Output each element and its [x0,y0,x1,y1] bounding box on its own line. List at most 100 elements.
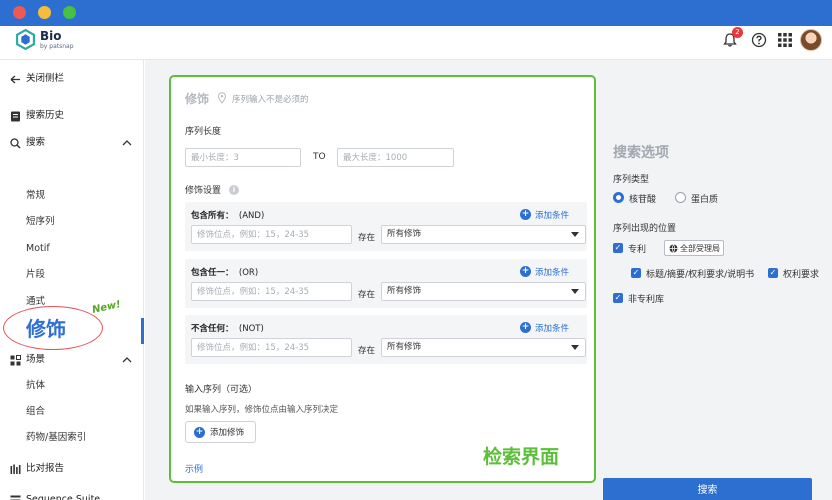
exists-label: 存在 [358,346,376,356]
add-modification-button[interactable]: + 添加修饰 [185,421,256,443]
exists-label: 存在 [358,233,376,243]
sidebar-sub-combination[interactable]: 组合 [26,399,45,425]
mod-select[interactable]: 所有修饰 [381,282,586,301]
input-seq-label: 输入序列（可选） [185,385,258,395]
plus-icon[interactable]: + [520,266,531,277]
seq-length-label: 序列长度 [185,127,222,137]
sidebar-item-label: 搜索历史 [26,110,65,121]
info-icon[interactable]: i [229,185,239,195]
app-vendor: by patsnap [40,43,74,50]
add-condition-button[interactable]: 添加条件 [535,209,569,221]
chevron-up-icon [122,140,132,146]
sidebar-item-search[interactable]: 搜索 [0,130,144,156]
claims-checkbox[interactable]: ✓ [768,268,778,278]
sidebar-sub-general[interactable]: 常规 [26,183,45,209]
sidebar-close-label: 关闭侧栏 [26,73,65,84]
sidebar-item-compare[interactable]: 比对报告 [0,456,144,482]
sidebar-item-label: 场景 [26,354,46,365]
mod-settings-label: 修饰设置 [185,186,222,196]
apps-grid-icon[interactable] [778,33,792,47]
scenes-icon [10,355,21,366]
group-label: 包含所有： (AND) [191,211,265,221]
title-abstract-label: 标题/摘要/权利要求/说明书 [646,270,755,280]
main-content: 修饰 序列输入不是必须的 序列长度 TO 修饰设置 i 包含所有： (AND) … [145,60,832,500]
app-header: Bio by patsnap 2 [0,26,832,60]
sidebar-close[interactable]: 关闭侧栏 [0,66,144,92]
exists-label: 存在 [358,290,376,300]
app-name: Bio [40,29,62,43]
sidebar: 关闭侧栏 搜索历史 搜索 常规 短序列 Motif 片段 通式 修饰 New! [0,60,144,500]
search-icon [10,138,21,149]
app-window: Bio by patsnap 2 关闭侧栏 搜索历史 搜索 常规 短序列 Mot… [0,26,832,500]
mod-position-input[interactable] [191,338,352,357]
nucleotide-label: 核苷酸 [629,195,657,205]
maximize-window-button[interactable] [63,6,76,19]
collapse-sidebar-icon [10,75,20,84]
caret-down-icon [571,232,579,237]
example-link[interactable]: 示例 [185,462,203,475]
mod-select[interactable]: 所有修饰 [381,338,586,357]
panel-hint: 序列输入不是必须的 [232,95,309,105]
sidebar-sub-motif[interactable]: Motif [26,236,50,262]
caret-down-icon [571,345,579,350]
history-doc-icon [11,111,20,122]
suite-icon [10,495,21,500]
title-abstract-checkbox[interactable]: ✓ [631,268,641,278]
sidebar-item-label: 比对报告 [26,463,65,474]
sidebar-item-history[interactable]: 搜索历史 [0,103,144,129]
location-pin-icon [217,92,227,104]
group-or: 包含任一： (OR) + 添加条件 存在 所有修饰 [185,259,587,308]
group-label: 包含任一： (OR) [191,268,259,278]
bar-report-icon [10,464,21,474]
search-panel: 修饰 序列输入不是必须的 序列长度 TO 修饰设置 i 包含所有： (AND) … [169,75,596,483]
plus-icon[interactable]: + [520,209,531,220]
sidebar-sub-drug-gene[interactable]: 药物/基因索引 [26,425,86,451]
plus-icon[interactable]: + [520,322,531,333]
protein-radio[interactable] [675,192,686,203]
new-tag: New! [91,299,122,316]
help-icon[interactable] [751,32,767,48]
mod-position-input[interactable] [191,225,352,244]
group-not: 不含任何： (NOT) + 添加条件 存在 所有修饰 [185,315,587,364]
patent-label: 专利 [628,245,647,255]
patent-checkbox[interactable]: ✓ [613,243,623,253]
nucleotide-radio[interactable] [613,192,624,203]
location-label: 序列出现的位置 [613,224,677,234]
claims-label: 权利要求 [783,270,820,280]
panel-title: 修饰 [185,92,210,106]
sidebar-item-label: Sequence Suite [26,494,101,500]
add-condition-button[interactable]: 添加条件 [535,266,569,278]
user-avatar[interactable] [800,29,822,51]
annotation-label: 检索界面 [483,446,560,468]
input-seq-hint: 如果输入序列，修饰位点由输入序列决定 [185,405,339,415]
sidebar-item-scenes[interactable]: 场景 [0,347,144,373]
mod-select[interactable]: 所有修饰 [381,225,586,244]
minimize-window-button[interactable] [38,6,51,19]
sidebar-sub-antibody[interactable]: 抗体 [26,373,45,399]
chevron-up-icon [122,357,132,363]
window-titlebar [0,0,832,26]
sidebar-sub-modification[interactable]: 修饰 [26,313,66,342]
globe-icon [669,244,678,253]
active-indicator [141,318,144,344]
notification-badge: 2 [732,27,743,38]
close-window-button[interactable] [13,6,26,19]
add-condition-button[interactable]: 添加条件 [535,322,569,334]
sidebar-item-label: 搜索 [26,137,46,148]
min-length-input[interactable] [185,148,301,167]
sidebar-sub-short-seq[interactable]: 短序列 [26,209,55,235]
bio-logo-icon [16,29,35,50]
non-patent-label: 非专利库 [628,295,665,305]
options-title: 搜索选项 [613,145,669,161]
to-label: TO [313,152,326,162]
search-button[interactable]: 搜索 [603,478,812,500]
caret-down-icon [571,289,579,294]
all-offices-button[interactable]: 全部受理局 [664,240,724,256]
non-patent-checkbox[interactable]: ✓ [613,293,623,303]
sidebar-item-suite[interactable]: Sequence Suite [0,487,144,500]
group-and: 包含所有： (AND) + 添加条件 存在 所有修饰 [185,202,587,251]
mod-position-input[interactable] [191,282,352,301]
max-length-input[interactable] [337,148,454,167]
sidebar-sub-fragment[interactable]: 片段 [26,262,45,288]
group-label: 不含任何： (NOT) [191,324,264,334]
